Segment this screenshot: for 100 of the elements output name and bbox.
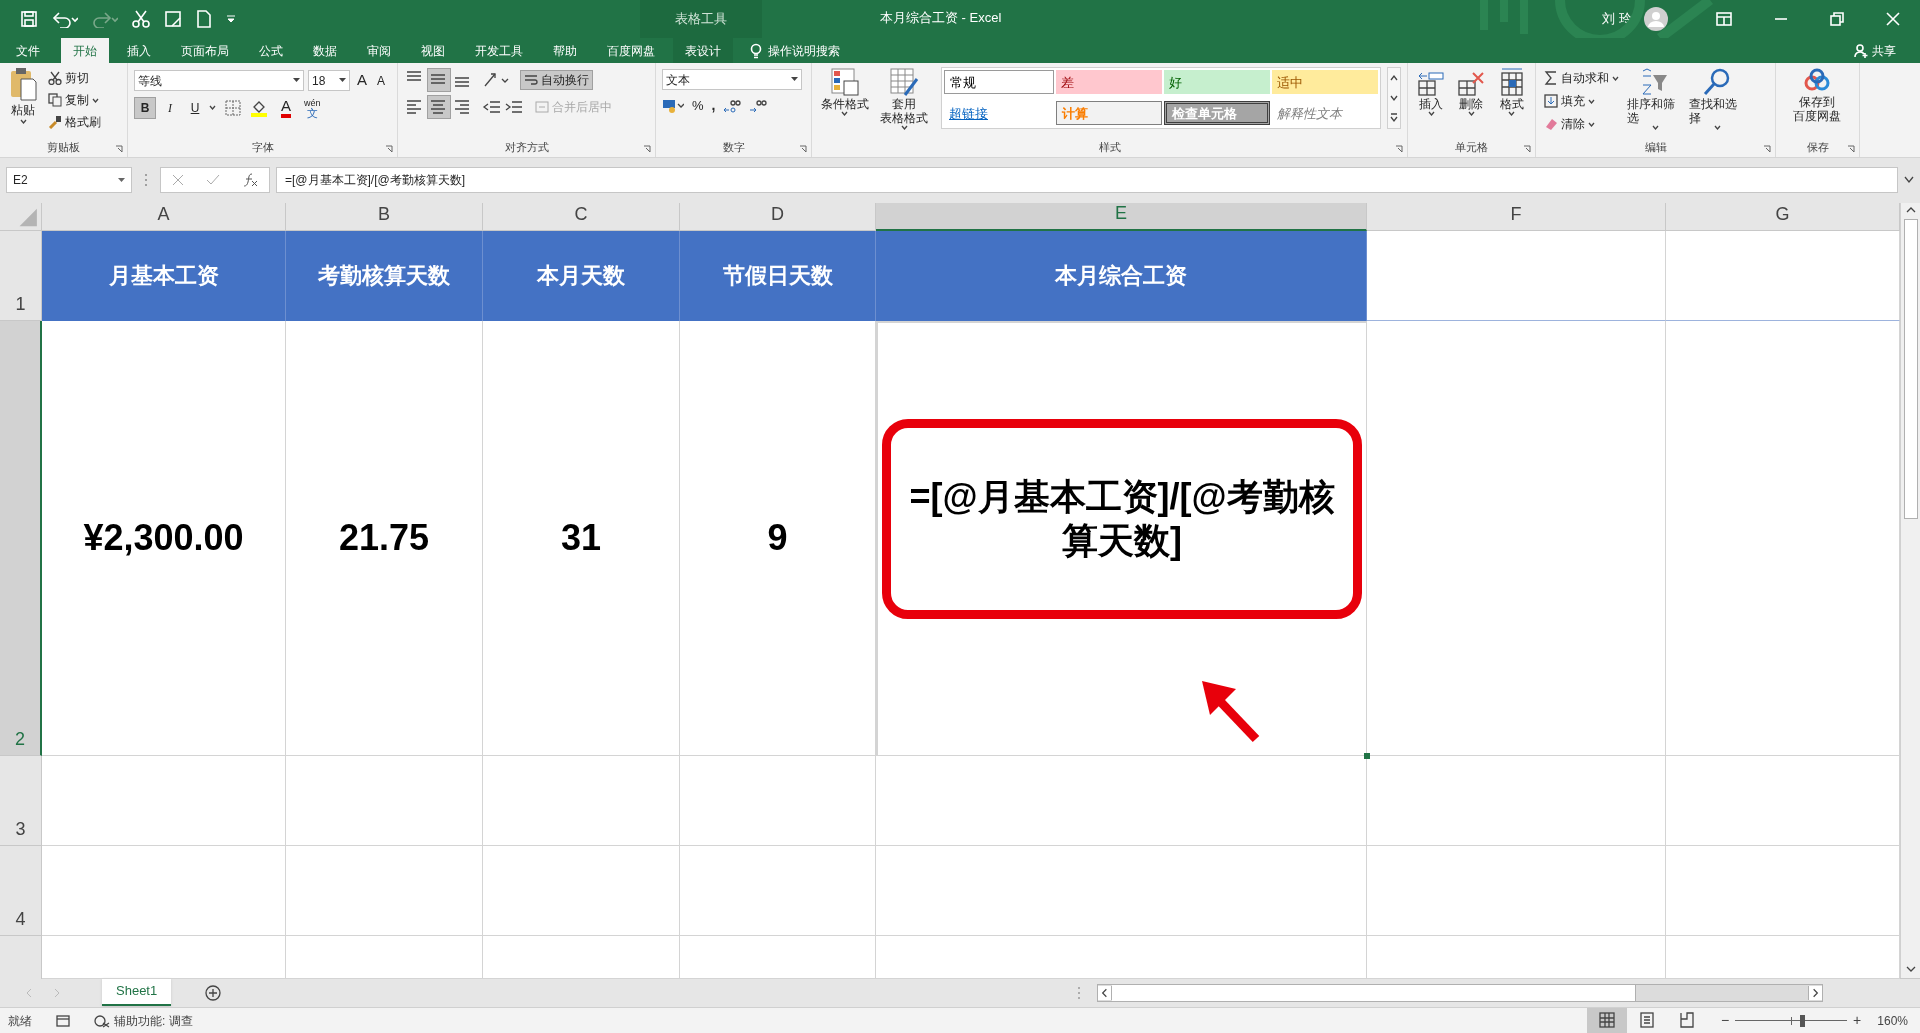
scroll-right-icon[interactable] (1808, 985, 1823, 1000)
ribbon-button[interactable]: 剪切 (46, 67, 103, 90)
zoom-slider-thumb[interactable] (1800, 1014, 1806, 1027)
cell-style-swatch[interactable]: 超链接 (944, 101, 1054, 126)
column-header[interactable]: F (1367, 202, 1666, 231)
cell-style-swatch[interactable]: 解释性文本 (1272, 101, 1378, 126)
scroll-thumb[interactable] (1112, 984, 1637, 1001)
align-middle-icon[interactable] (428, 69, 450, 92)
borders-icon[interactable] (225, 99, 241, 116)
ribbon-tab[interactable]: 页面布局 (169, 38, 241, 64)
row-header[interactable]: 2 (0, 320, 42, 756)
ribbon-tab[interactable]: 审阅 (355, 38, 403, 64)
cell-style-swatch[interactable]: 常规 (944, 70, 1054, 95)
drag-handle-icon[interactable] (1077, 985, 1082, 1000)
ribbon-tab[interactable]: 文件 (4, 38, 52, 64)
dialog-launcher-icon[interactable] (1395, 144, 1403, 153)
accessibility-status[interactable]: 辅助功能: 调查 (94, 1011, 193, 1030)
insert-button[interactable]: 插入 (1414, 67, 1449, 139)
share-button[interactable]: 共享 (1872, 41, 1896, 60)
ribbon-button[interactable]: 清除 (1542, 113, 1621, 136)
dialog-launcher-icon[interactable] (115, 144, 123, 153)
scroll-thumb[interactable] (1903, 218, 1918, 519)
row-header[interactable]: 3 (0, 755, 42, 846)
font-size-dropdown[interactable]: 18 (308, 70, 350, 92)
name-box[interactable]: E2 (6, 167, 132, 194)
close-icon[interactable] (1886, 12, 1900, 26)
ribbon-tab[interactable]: 开发工具 (463, 38, 535, 64)
scissors-icon[interactable] (132, 10, 150, 28)
zoom-out-button[interactable]: − (1720, 1010, 1730, 1031)
dialog-launcher-icon[interactable] (1763, 144, 1771, 153)
row-header[interactable]: 4 (0, 845, 42, 936)
zoom-slider[interactable] (1735, 1014, 1848, 1027)
comma-style-button[interactable]: , (711, 95, 716, 117)
ribbon-tab[interactable]: 数据 (301, 38, 349, 64)
ribbon-tab[interactable]: 开始 (61, 38, 109, 64)
column-header[interactable]: C (483, 202, 680, 231)
dialog-launcher-icon[interactable] (385, 144, 393, 153)
gallery-scroll-control[interactable] (1387, 67, 1401, 130)
ribbon-button[interactable]: 填充 (1542, 90, 1621, 113)
ribbon-tab[interactable]: 百度网盘 (595, 38, 667, 64)
dialog-launcher-icon[interactable] (799, 144, 807, 153)
scroll-left-icon[interactable] (1098, 985, 1113, 1000)
font-name-dropdown[interactable]: 等线 (134, 70, 304, 92)
expand-icon[interactable] (1904, 176, 1914, 185)
ribbon-tab[interactable]: 插入 (115, 38, 163, 64)
font-style-button[interactable]: I (159, 96, 181, 119)
dialog-launcher-icon[interactable] (1847, 144, 1855, 153)
dialog-launcher-icon[interactable] (1523, 144, 1531, 153)
formula-input[interactable]: =[@月基本工资]/[@考勤核算天数] (276, 167, 1898, 194)
column-header[interactable]: A (42, 202, 286, 231)
cell-style-swatch[interactable]: 适中 (1272, 70, 1378, 95)
font-style-button[interactable]: U (184, 96, 206, 119)
checkmark-icon[interactable] (206, 174, 220, 187)
dialog-launcher-icon[interactable] (643, 144, 651, 153)
undo-icon[interactable] (52, 10, 78, 28)
column-header[interactable]: D (680, 202, 876, 231)
increase-font-button[interactable]: A (354, 69, 370, 92)
font-color-button[interactable]: A (281, 97, 291, 118)
decrease-decimal-icon[interactable] (749, 97, 768, 114)
format-cells-button[interactable]: 格式 (1494, 67, 1529, 139)
tell-me-search[interactable]: 操作说明搜索 (768, 41, 840, 60)
column-header[interactable]: B (286, 202, 483, 231)
drag-handle-icon[interactable] (144, 173, 148, 188)
zoom-percentage[interactable]: 160% (1877, 1011, 1908, 1030)
ribbon-button[interactable]: 自动求和 (1542, 67, 1621, 90)
avatar-icon[interactable] (1644, 7, 1668, 31)
person-add-icon[interactable] (1854, 43, 1868, 58)
format-as-table-button[interactable]: 套用 表格格式 (877, 67, 931, 139)
currency-icon[interactable] (662, 97, 684, 114)
normal-view-icon[interactable] (1586, 1008, 1627, 1033)
font-style-button[interactable]: B (134, 96, 156, 119)
add-sheet-icon[interactable] (205, 984, 222, 1001)
delete-button[interactable]: 删除 (1454, 67, 1489, 139)
number-format-dropdown[interactable]: 文本 (662, 69, 802, 91)
new-document-icon[interactable] (196, 10, 212, 28)
sheet-tab[interactable]: Sheet1 (102, 977, 172, 1006)
conditional-formatting-button[interactable]: 条件格式 (818, 67, 872, 139)
row-header[interactable]: 1 (0, 230, 42, 321)
find-select-button[interactable]: 查找和选择 (1689, 67, 1745, 139)
save-edit-icon[interactable] (164, 10, 182, 28)
align-center-icon[interactable] (428, 96, 450, 119)
fill-handle-icon[interactable] (1364, 752, 1370, 759)
wrap-text-button[interactable]: 自动换行 (520, 70, 593, 91)
save-icon[interactable] (20, 10, 38, 28)
ribbon-display-icon[interactable] (1716, 12, 1732, 26)
decrease-font-button[interactable]: A (374, 71, 389, 90)
save-to-cloud-button[interactable]: 保存到 百度网盘 (1782, 67, 1852, 139)
ribbon-tab[interactable]: 帮助 (541, 38, 589, 64)
ribbon-tab[interactable]: 表设计 (673, 38, 733, 64)
paste-button[interactable]: 粘贴 (6, 67, 40, 139)
customize-icon[interactable] (226, 14, 236, 24)
cell-style-swatch[interactable]: 好 (1164, 70, 1270, 95)
ribbon-tab[interactable]: 视图 (409, 38, 457, 64)
cell-style-swatch[interactable]: 差 (1056, 70, 1162, 95)
zoom-in-button[interactable]: + (1853, 1010, 1862, 1031)
column-header[interactable]: E (876, 202, 1367, 231)
macro-record-icon[interactable] (56, 1014, 70, 1027)
increase-decimal-icon[interactable] (723, 97, 742, 114)
ribbon-button[interactable]: 格式刷 (46, 111, 103, 134)
ribbon-button[interactable]: 复制 (46, 89, 103, 112)
